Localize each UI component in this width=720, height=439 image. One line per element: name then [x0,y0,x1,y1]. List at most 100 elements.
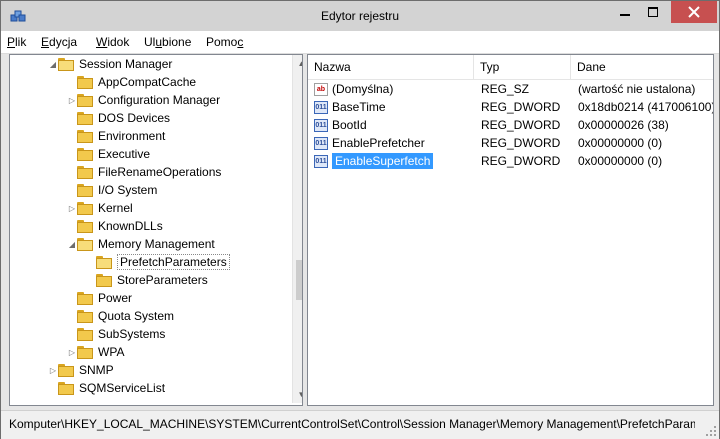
folder-icon [96,273,112,287]
binary-value-icon: 011 [314,136,328,150]
value-row-selected[interactable]: 011 EnableSuperfetch REG_DWORD 0x0000000… [308,152,713,170]
column-header-data[interactable]: Dane [571,55,713,79]
title-bar[interactable]: Edytor rejestru [1,1,719,31]
tree-item-label: SQMServiceList [79,381,166,395]
values-list[interactable]: Nazwa Typ Dane ab (Domyślna) REG_SZ (war… [307,54,714,406]
column-header-type[interactable]: Typ [474,55,571,79]
value-data: 0x00000000 (0) [578,136,663,150]
folder-icon [58,363,74,377]
tree-item-dos-devices[interactable]: DOS Devices [67,109,170,127]
value-data: 0x18db0214 (417006100) [578,100,713,114]
minimize-button[interactable] [611,1,639,23]
folder-open-icon [58,57,74,71]
value-data: 0x00000026 (38) [578,118,669,132]
menu-widok[interactable]: Widok [96,35,129,49]
expand-arrow-icon[interactable]: ▷ [67,204,77,213]
registry-tree[interactable]: ◢ Session Manager AppCompatCache ▷ Confi… [9,54,303,406]
value-row[interactable]: 011 BootId REG_DWORD 0x00000026 (38) [308,116,713,134]
folder-icon [58,381,74,395]
folder-icon [77,147,93,161]
tree-item-appcompatcache[interactable]: AppCompatCache [67,73,196,91]
folder-icon [77,129,93,143]
folder-open-icon [96,255,112,269]
tree-item-label: Memory Management [98,237,215,251]
value-name: EnableSuperfetch [332,153,434,169]
tree-item-label: Executive [98,147,151,161]
collapse-arrow-icon[interactable]: ◢ [48,60,58,69]
tree-item-wpa[interactable]: ▷ WPA [67,343,125,361]
tree-item-configuration-manager[interactable]: ▷ Configuration Manager [67,91,220,109]
menu-ulubione[interactable]: Ulubione [144,35,191,49]
value-name: BaseTime [332,100,386,114]
folder-icon [77,201,93,215]
value-row[interactable]: ab (Domyślna) REG_SZ (wartość nie ustalo… [308,80,713,98]
tree-item-label: KnownDLLs [98,219,163,233]
tree-item-snmp[interactable]: ▷ SNMP [48,361,114,379]
collapse-arrow-icon[interactable]: ◢ [67,240,77,249]
tree-item-label: Environment [98,129,166,143]
value-name: BootId [332,118,367,132]
scroll-up-arrow-icon[interactable]: ▲ [293,55,302,72]
tree-item-knowndlls[interactable]: KnownDLLs [67,217,163,235]
tree-item-io-system[interactable]: I/O System [67,181,157,199]
value-row[interactable]: 011 EnablePrefetcher REG_DWORD 0x0000000… [308,134,713,152]
tree-item-label: Configuration Manager [98,93,221,107]
status-bar: Komputer\HKEY_LOCAL_MACHINE\SYSTEM\Curre… [1,410,719,439]
tree-item-prefetchparameters[interactable]: PrefetchParameters [86,253,230,271]
scroll-down-arrow-icon[interactable]: ▼ [293,386,302,403]
folder-icon [77,111,93,125]
value-type: REG_DWORD [481,118,561,132]
folder-open-icon [77,237,93,251]
tree-item-environment[interactable]: Environment [67,127,165,145]
binary-value-icon: 011 [314,100,328,114]
tree-item-quota-system[interactable]: Quota System [67,307,174,325]
menu-pomoc[interactable]: Pomoc [206,35,243,49]
tree-item-filerenameoperations[interactable]: FileRenameOperations [67,163,221,181]
tree-item-memory-management[interactable]: ◢ Memory Management [67,235,215,253]
tree-item-kernel[interactable]: ▷ Kernel [67,199,133,217]
value-name: (Domyślna) [332,82,394,96]
tree-item-label: SNMP [79,363,114,377]
folder-icon [77,219,93,233]
maximize-button[interactable] [639,1,667,23]
menu-plik[interactable]: Plik [7,35,26,49]
current-key-path: Komputer\HKEY_LOCAL_MACHINE\SYSTEM\Curre… [9,417,695,431]
tree-item-label: Kernel [98,201,133,215]
close-icon [688,6,700,18]
value-type: REG_SZ [481,82,530,96]
column-header-name[interactable]: Nazwa [308,55,474,79]
tree-item-label: Session Manager [79,57,173,71]
tree-item-label: Quota System [98,309,175,323]
menu-edycja[interactable]: Edycja [41,35,77,49]
tree-item-sqmservicelist[interactable]: SQMServiceList [48,379,165,397]
value-name: EnablePrefetcher [332,136,425,150]
folder-icon [77,93,93,107]
expand-arrow-icon[interactable]: ▷ [67,96,77,105]
expand-arrow-icon[interactable]: ▷ [48,366,58,375]
tree-item-power[interactable]: Power [67,289,132,307]
expand-arrow-icon[interactable]: ▷ [67,348,77,357]
value-type: REG_DWORD [481,154,561,168]
tree-item-label: AppCompatCache [98,75,197,89]
tree-item-subsystems[interactable]: SubSystems [67,325,165,343]
tree-scrollbar[interactable]: ▲ ▼ [292,55,302,403]
tree-item-storeparameters[interactable]: StoreParameters [86,271,208,289]
menu-bar: Plik Edycja Widok Ulubione Pomoc [1,31,719,54]
value-row[interactable]: 011 BaseTime REG_DWORD 0x18db0214 (41700… [308,98,713,116]
tree-item-label: StoreParameters [117,273,208,287]
tree-item-label: WPA [98,345,125,359]
value-type: REG_DWORD [481,100,561,114]
string-value-icon: ab [314,82,328,96]
tree-item-label: PrefetchParameters [117,254,230,270]
tree-item-executive[interactable]: Executive [67,145,150,163]
value-type: REG_DWORD [481,136,561,150]
tree-item-label: SubSystems [98,327,166,341]
folder-icon [77,291,93,305]
scrollbar-thumb[interactable] [296,260,302,300]
tree-item-session-manager[interactable]: ◢ Session Manager [48,55,172,73]
tree-item-label: FileRenameOperations [98,165,222,179]
value-data: 0x00000000 (0) [578,154,663,168]
close-button[interactable] [671,1,717,23]
tree-item-label: I/O System [98,183,158,197]
resize-grip-icon[interactable] [704,424,716,436]
